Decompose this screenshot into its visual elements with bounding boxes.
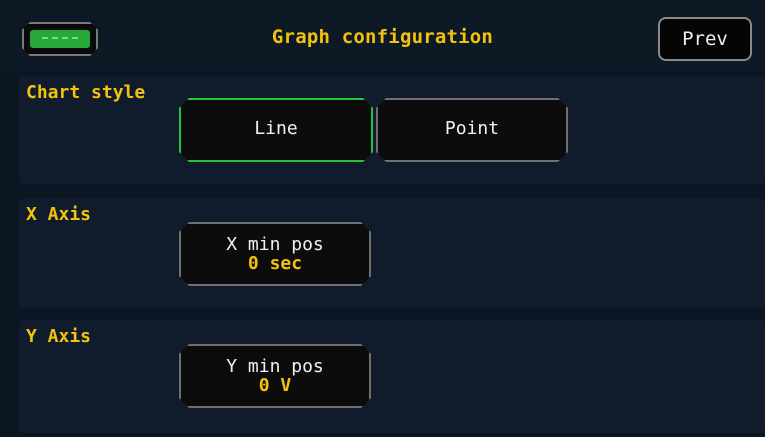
graph-config-screen: Graph configuration Prev Chart style Lin…: [0, 0, 765, 437]
y-min-pos-label: Y min pos: [226, 356, 324, 377]
x-min-pos-button[interactable]: X min pos 0 sec: [179, 222, 371, 286]
x-axis-label: X Axis: [26, 204, 92, 225]
chart-style-panel: Chart style Line Point: [19, 76, 765, 184]
point-style-button[interactable]: Point: [376, 98, 568, 162]
line-style-button[interactable]: Line: [179, 98, 373, 162]
y-min-pos-value: 0 V: [258, 375, 292, 396]
x-min-pos-label: X min pos: [226, 234, 324, 255]
page-title: Graph configuration: [271, 26, 494, 48]
battery-level-fill: [30, 30, 90, 48]
y-axis-panel: Y Axis Y min pos 0 V: [19, 320, 765, 433]
battery-icon[interactable]: [22, 22, 98, 56]
header-bar: Graph configuration Prev: [0, 0, 765, 72]
x-min-pos-value: 0 sec: [247, 253, 303, 274]
y-min-pos-button[interactable]: Y min pos 0 V: [179, 344, 371, 408]
chart-style-label: Chart style: [26, 82, 146, 103]
prev-button[interactable]: Prev: [658, 17, 752, 61]
y-axis-label: Y Axis: [26, 326, 92, 347]
x-axis-panel: X Axis X min pos 0 sec: [19, 198, 765, 308]
